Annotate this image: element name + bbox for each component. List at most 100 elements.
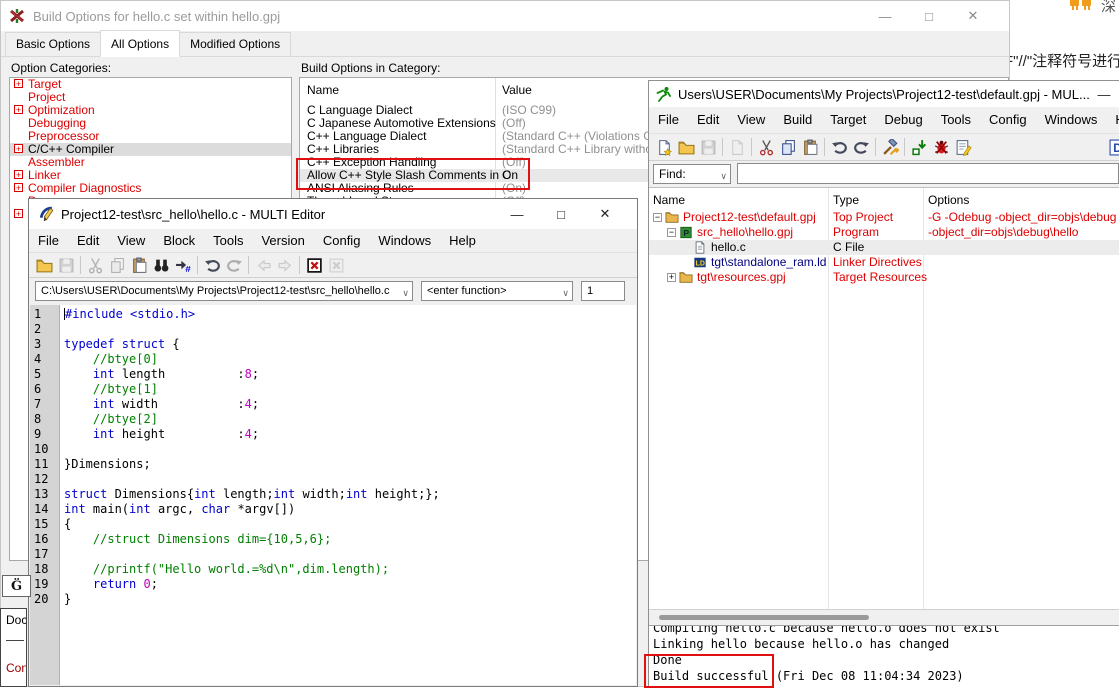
code-line-8[interactable]: //btye[2] bbox=[64, 412, 636, 427]
close-doc-gray-button[interactable] bbox=[325, 254, 347, 276]
menu-file[interactable]: File bbox=[29, 229, 68, 252]
back-button[interactable] bbox=[252, 254, 274, 276]
code-line-7[interactable]: int width :4; bbox=[64, 397, 636, 412]
code-line-5[interactable]: int length :8; bbox=[64, 367, 636, 382]
tree-row-tgt-standalone-ram-ld[interactable]: LDtgt\standalone_ram.ldLinker Directives bbox=[649, 255, 1119, 270]
cut-button[interactable] bbox=[755, 136, 777, 158]
menu-windows[interactable]: Windows bbox=[1036, 107, 1107, 133]
code-line-10[interactable] bbox=[64, 442, 636, 457]
editor-titlebar[interactable]: Project12-test\src_hello\hello.c - MULTI… bbox=[29, 199, 637, 229]
tree-horizontal-scrollbar[interactable] bbox=[649, 609, 1119, 625]
expand-toggle-icon[interactable]: + bbox=[14, 144, 23, 153]
expand-toggle-icon[interactable]: + bbox=[14, 105, 23, 114]
tab-basic-options[interactable]: Basic Options bbox=[5, 32, 101, 56]
forward-button[interactable] bbox=[274, 254, 296, 276]
folder-open-button[interactable] bbox=[33, 254, 55, 276]
code-line-19[interactable]: return 0; bbox=[64, 577, 636, 592]
code-line-14[interactable]: int main(int argc, char *argv[]) bbox=[64, 502, 636, 517]
scrollbar-thumb[interactable] bbox=[659, 615, 869, 620]
cut-button[interactable] bbox=[84, 254, 106, 276]
category-item-compiler-diagnostics[interactable]: +Compiler Diagnostics bbox=[10, 182, 291, 195]
menu-target[interactable]: Target bbox=[821, 107, 875, 133]
find-input[interactable] bbox=[737, 163, 1119, 184]
redo-button[interactable] bbox=[850, 136, 872, 158]
tree-header-name[interactable]: Name bbox=[653, 193, 685, 207]
redo-button[interactable] bbox=[223, 254, 245, 276]
menu-tools[interactable]: Tools bbox=[204, 229, 252, 252]
code-line-3[interactable]: typedef struct { bbox=[64, 337, 636, 352]
menu-view[interactable]: View bbox=[728, 107, 774, 133]
code-line-9[interactable]: int height :4; bbox=[64, 427, 636, 442]
menu-edit[interactable]: Edit bbox=[68, 229, 108, 252]
partial-d-button[interactable]: D bbox=[1106, 136, 1119, 158]
notes-button[interactable] bbox=[952, 136, 974, 158]
save-button[interactable] bbox=[697, 136, 719, 158]
tree-row-hello-c[interactable]: hello.cC File bbox=[649, 240, 1119, 255]
tab-all-options[interactable]: All Options bbox=[100, 30, 180, 57]
code-line-1[interactable]: #include <stdio.h> bbox=[64, 307, 636, 322]
expand-toggle-icon[interactable]: + bbox=[14, 170, 23, 179]
dialog-titlebar[interactable]: Build Options for hello.c set within hel… bbox=[1, 1, 1009, 31]
line-number-box[interactable]: 1 bbox=[581, 281, 625, 301]
menu-windows[interactable]: Windows bbox=[369, 229, 440, 252]
code-line-15[interactable]: { bbox=[64, 517, 636, 532]
code-line-4[interactable]: //btye[0] bbox=[64, 352, 636, 367]
menu-tools[interactable]: Tools bbox=[932, 107, 980, 133]
menu-file[interactable]: File bbox=[649, 107, 688, 133]
project-tree[interactable]: Name Type Options −Project12-test\defaul… bbox=[649, 187, 1119, 609]
tree-row-tgt-resources-gpj[interactable]: +tgt\resources.gpjTarget Resources bbox=[649, 270, 1119, 285]
tree-header-options[interactable]: Options bbox=[928, 193, 969, 207]
dialog-minimize-button[interactable]: — bbox=[863, 9, 907, 24]
copy-button[interactable] bbox=[106, 254, 128, 276]
undo-button[interactable] bbox=[828, 136, 850, 158]
code-line-12[interactable] bbox=[64, 472, 636, 487]
build-button[interactable] bbox=[879, 136, 901, 158]
expand-toggle-icon[interactable]: + bbox=[14, 183, 23, 192]
dialog-close-button[interactable]: ✕ bbox=[951, 8, 1009, 24]
expand-toggle-icon[interactable]: − bbox=[667, 228, 676, 237]
ime-indicator-icon[interactable]: G̈ bbox=[2, 575, 31, 597]
menu-edit[interactable]: Edit bbox=[688, 107, 728, 133]
copy-doc-button[interactable] bbox=[726, 136, 748, 158]
tree-header-type[interactable]: Type bbox=[833, 193, 859, 207]
table-header-name[interactable]: Name bbox=[307, 83, 339, 97]
tab-modified-options[interactable]: Modified Options bbox=[179, 32, 291, 56]
find-combo[interactable]: Find:∨ bbox=[653, 164, 731, 184]
code-line-18[interactable]: //printf("Hello world.=%d\n",dim.length)… bbox=[64, 562, 636, 577]
copy-button[interactable] bbox=[777, 136, 799, 158]
menu-help[interactable]: Help bbox=[1106, 107, 1119, 133]
folder-open-button[interactable] bbox=[675, 136, 697, 158]
menu-build[interactable]: Build bbox=[774, 107, 821, 133]
expand-toggle-icon[interactable]: + bbox=[667, 273, 676, 282]
menu-block[interactable]: Block bbox=[154, 229, 204, 252]
menu-config[interactable]: Config bbox=[314, 229, 370, 252]
code-line-20[interactable]: } bbox=[64, 592, 636, 607]
goto-line-button[interactable]: # bbox=[172, 254, 194, 276]
dialog-maximize-button[interactable]: □ bbox=[907, 9, 951, 24]
expand-toggle-icon[interactable]: + bbox=[14, 79, 23, 88]
close-doc-button[interactable] bbox=[303, 254, 325, 276]
editor-maximize-button[interactable]: □ bbox=[539, 207, 583, 222]
project-titlebar[interactable]: Users\USER\Documents\My Projects\Project… bbox=[649, 81, 1119, 107]
menu-version[interactable]: Version bbox=[252, 229, 313, 252]
menu-config[interactable]: Config bbox=[980, 107, 1036, 133]
paste-button[interactable] bbox=[128, 254, 150, 276]
code-line-17[interactable] bbox=[64, 547, 636, 562]
code-line-6[interactable]: //btye[1] bbox=[64, 382, 636, 397]
tree-row-src-hello-hello-gpj[interactable]: −Psrc_hello\hello.gpjProgram-object_dir=… bbox=[649, 225, 1119, 240]
table-header-value[interactable]: Value bbox=[502, 83, 532, 97]
connect-button[interactable] bbox=[908, 136, 930, 158]
expand-toggle-icon[interactable]: − bbox=[653, 213, 662, 222]
project-minimize-button[interactable]: — bbox=[1089, 87, 1119, 102]
code-line-16[interactable]: //struct Dimensions dim={10,5,6}; bbox=[64, 532, 636, 547]
undo-button[interactable] bbox=[201, 254, 223, 276]
code-line-2[interactable] bbox=[64, 322, 636, 337]
editor-minimize-button[interactable]: — bbox=[495, 207, 539, 222]
code-line-11[interactable]: }Dimensions; bbox=[64, 457, 636, 472]
file-path-combo[interactable]: C:\Users\USER\Documents\My Projects\Proj… bbox=[35, 281, 413, 301]
editor-close-button[interactable]: ✕ bbox=[583, 206, 637, 222]
new-file-button[interactable] bbox=[653, 136, 675, 158]
find-button[interactable] bbox=[150, 254, 172, 276]
expand-toggle-icon[interactable]: + bbox=[14, 209, 23, 218]
function-combo[interactable]: <enter function>∨ bbox=[421, 281, 573, 301]
